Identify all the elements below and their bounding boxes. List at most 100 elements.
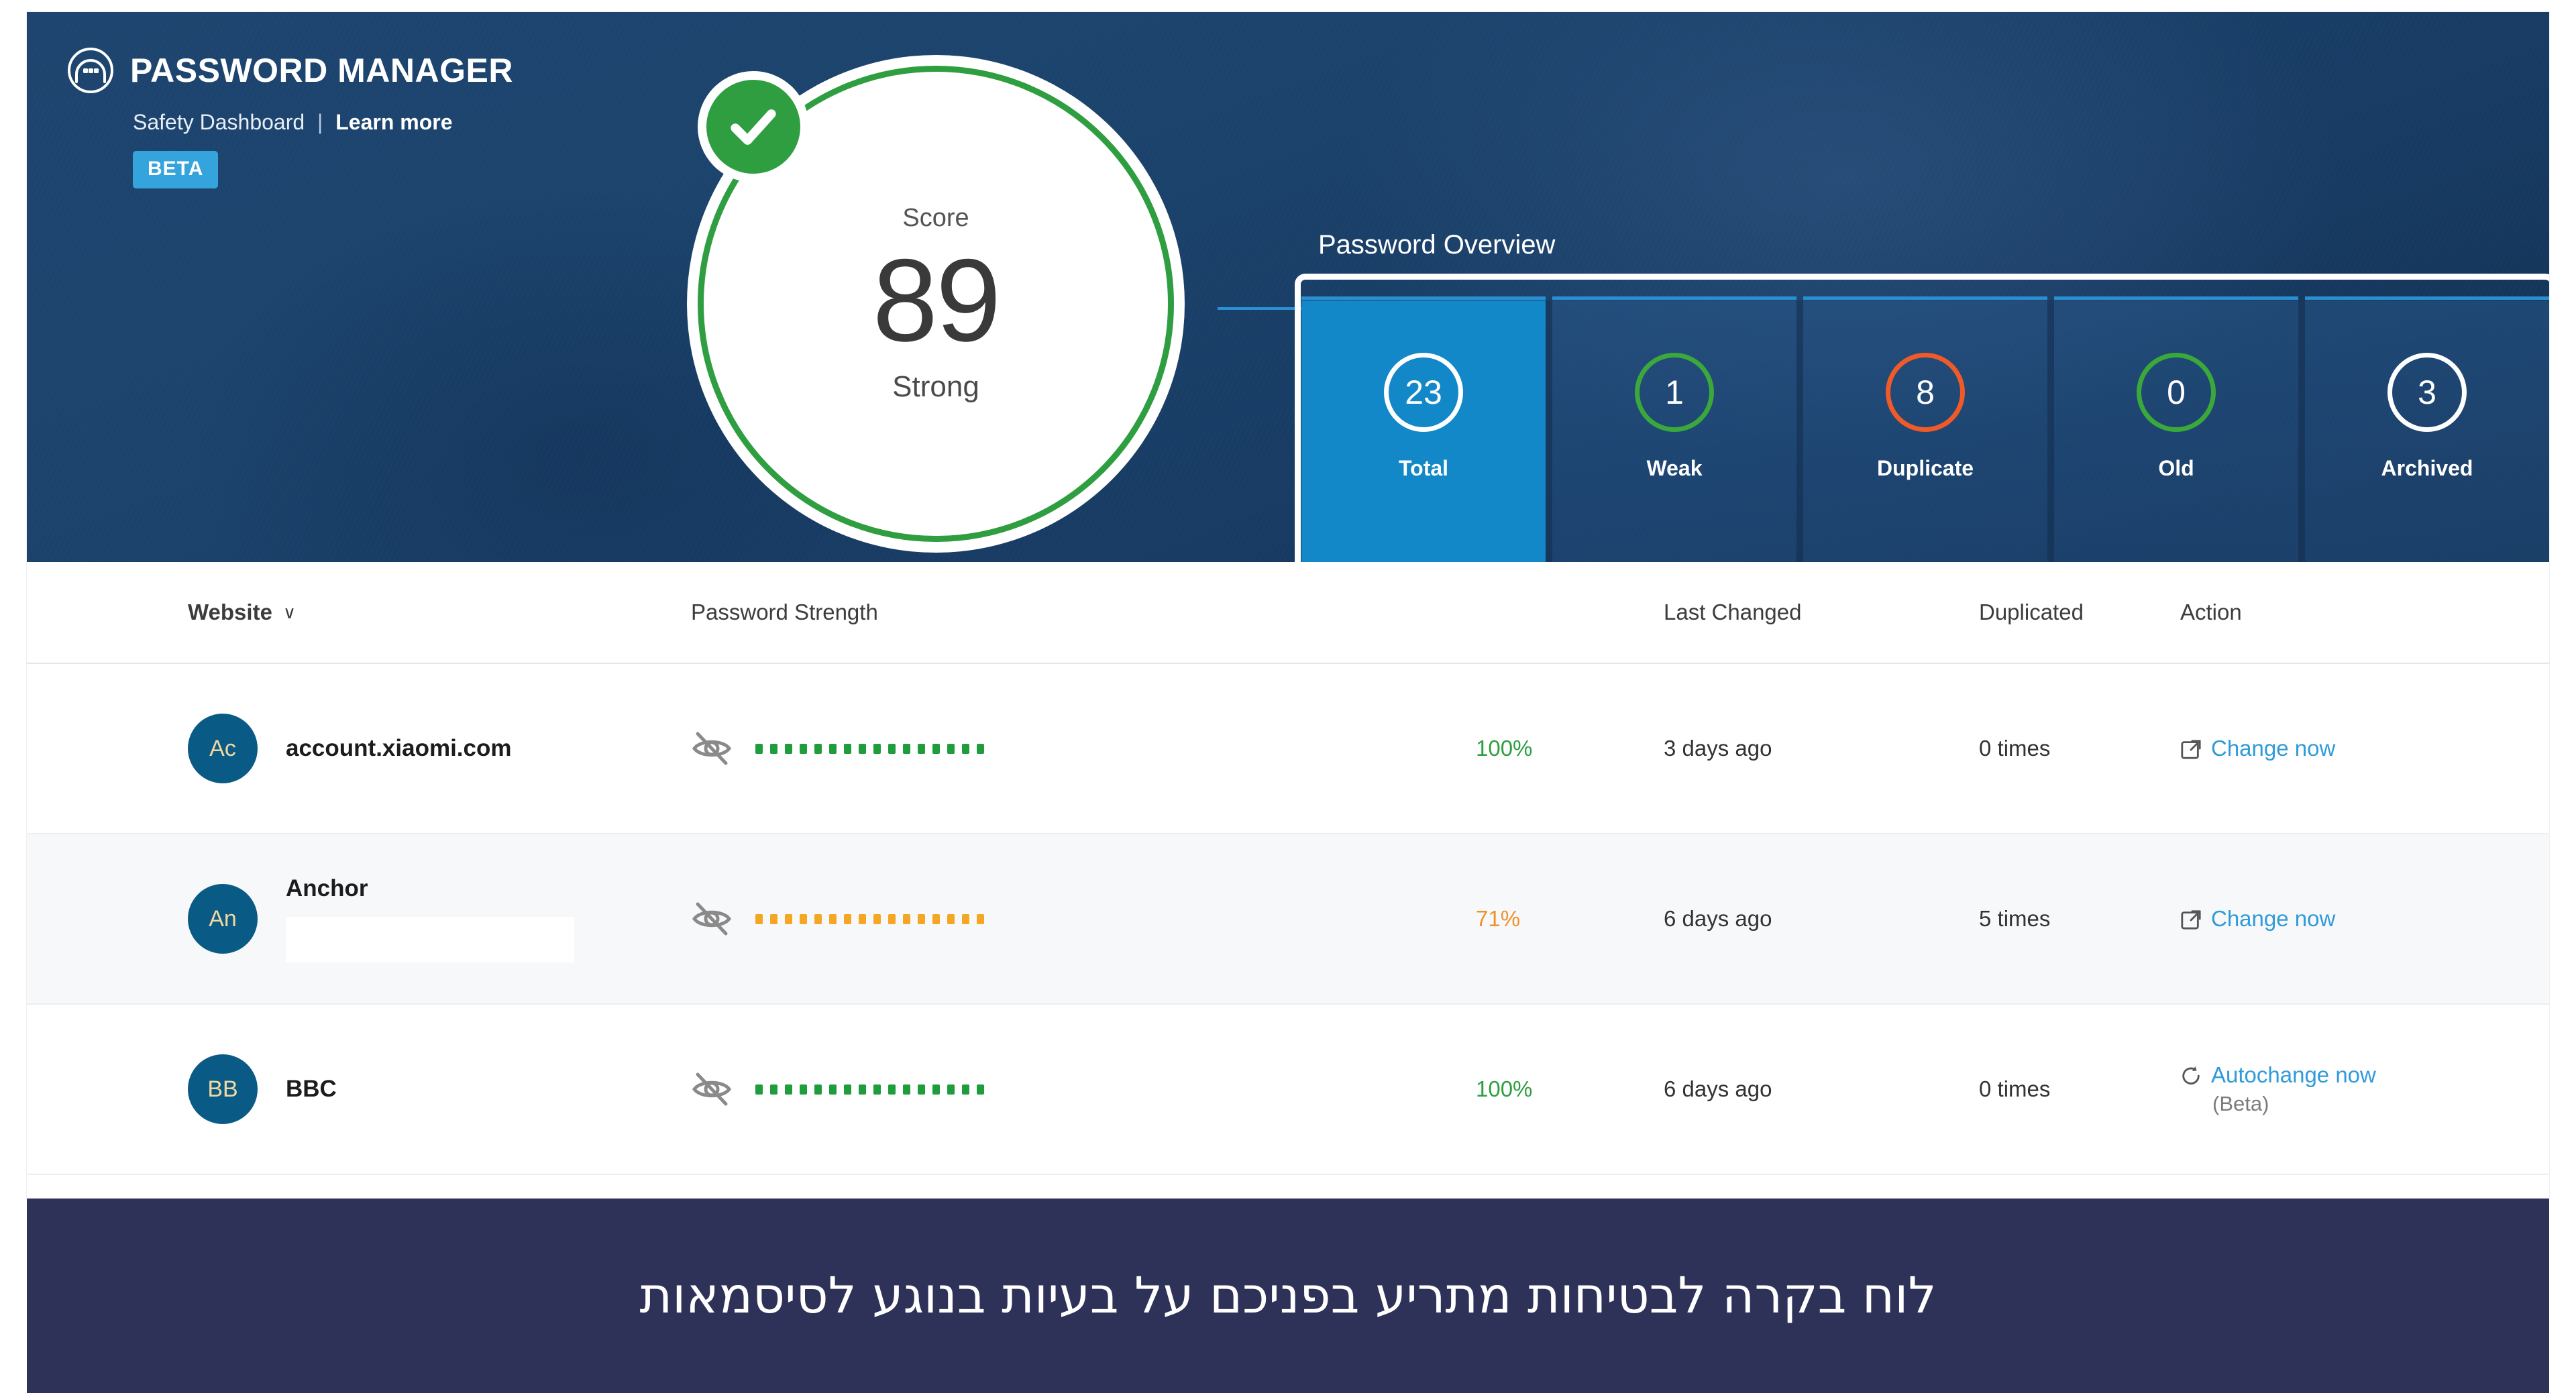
table-row[interactable]: Ac account.xiaomi.com 100% 3 days ago 0 … (27, 664, 2549, 834)
stat-value: 8 (1916, 374, 1935, 411)
header-cell-action: Action (2180, 600, 2489, 625)
cell-percent: 100% (1476, 736, 1664, 761)
brand-row: PASSWORD MANAGER (66, 46, 737, 95)
cell-duplicated: 0 times (1979, 736, 2180, 761)
stat-label: Archived (2381, 456, 2473, 480)
sort-website-button[interactable]: Website ∨ (188, 600, 296, 625)
cell-website: Ac account.xiaomi.com (188, 714, 691, 783)
table-header-row: Website ∨ Password Strength Last Changed… (27, 562, 2549, 664)
stat-value: 3 (2418, 374, 2436, 411)
card-topline (1552, 296, 1796, 300)
password-mask-dots (755, 913, 984, 924)
avatar: An (188, 884, 258, 954)
refresh-icon (2180, 1062, 2202, 1086)
card-topline (2305, 296, 2549, 300)
subtitle-separator: | (317, 110, 323, 134)
external-link-icon (2180, 736, 2202, 760)
cell-percent: 71% (1476, 906, 1664, 932)
header-strength-label: Password Strength (691, 600, 878, 624)
password-manager-logo-icon (66, 46, 115, 95)
password-mask-dots (755, 1084, 984, 1095)
caption-bar: לוח בקרה לבטיחות מתריע בפניכם על בעיות ב… (27, 1199, 2549, 1393)
cell-strength (691, 728, 1476, 769)
avatar: BB (188, 1054, 258, 1124)
brand-subtitle: Safety Dashboard | Learn more (133, 110, 737, 135)
cell-website: BB BBC (188, 1054, 691, 1124)
checkmark-icon (698, 71, 809, 182)
duplicated-value: 5 times (1979, 906, 2051, 931)
action-label: Change now (2211, 906, 2336, 931)
dashboard-header: PASSWORD MANAGER Safety Dashboard | Lear… (27, 12, 2549, 562)
beta-badge: BETA (133, 151, 219, 188)
action-label: Change now (2211, 736, 2336, 761)
table-row[interactable]: BB BBC 100% 6 days ago 0 times Autochang… (27, 1005, 2549, 1175)
password-overview-title: Password Overview (1318, 230, 1556, 260)
stat-label: Duplicate (1876, 456, 1974, 480)
cell-last-changed: 6 days ago (1664, 906, 1979, 932)
passwords-table: Website ∨ Password Strength Last Changed… (27, 562, 2549, 1199)
action-sublabel: (Beta) (2212, 1092, 2269, 1115)
duplicated-value: 0 times (1979, 1076, 2051, 1101)
safety-dashboard-label: Safety Dashboard (133, 110, 305, 134)
stat-card-total[interactable]: 23 Total (1301, 296, 1546, 562)
score-state: Strong (892, 370, 979, 403)
stat-card-old[interactable]: 0 Old (2047, 296, 2298, 562)
header-cell-last-changed: Last Changed (1664, 600, 1979, 625)
stat-card-archived[interactable]: 3 Archived (2298, 296, 2549, 562)
table-row[interactable]: An Anchor 71% 6 days ago 5 times Change … (27, 834, 2549, 1005)
header-cell-duplicated: Duplicated (1979, 600, 2180, 625)
stat-ring: 8 (1886, 353, 1965, 432)
stat-card-weak[interactable]: 1 Weak (1546, 296, 1796, 562)
eye-off-icon[interactable] (691, 728, 733, 769)
strength-percent: 100% (1476, 1076, 1533, 1101)
header-action-label: Action (2180, 600, 2242, 624)
autochange-action: Autochange now (Beta) (2180, 1062, 2489, 1116)
stat-label: Old (2158, 456, 2194, 480)
redaction-box (286, 917, 574, 962)
site-block: account.xiaomi.com (286, 735, 511, 762)
caption-text: לוח בקרה לבטיחות מתריע בפניכם על בעיות ב… (639, 1267, 1937, 1325)
last-changed-value: 3 days ago (1664, 736, 1772, 761)
card-topline (2054, 296, 2298, 300)
site-name: Anchor (286, 875, 368, 901)
site-block: Anchor (286, 875, 574, 962)
eye-off-icon[interactable] (691, 1068, 733, 1110)
password-mask-dots (755, 743, 984, 754)
header-cell-strength: Password Strength (691, 600, 1476, 625)
autochange-now-link[interactable]: Autochange now (2180, 1062, 2489, 1088)
header-duplicated-label: Duplicated (1979, 600, 2084, 624)
header-cell-website[interactable]: Website ∨ (188, 600, 691, 625)
stat-label: Total (1398, 456, 1449, 480)
strength-percent: 71% (1476, 906, 1521, 931)
cell-percent: 100% (1476, 1076, 1664, 1102)
stat-value: 1 (1665, 374, 1684, 411)
cell-action: Change now (2180, 736, 2489, 761)
cell-action: Change now (2180, 906, 2489, 932)
cell-action: Autochange now (Beta) (2180, 1062, 2489, 1116)
cell-strength (691, 898, 1476, 940)
site-name: account.xiaomi.com (286, 735, 512, 761)
password-overview-cards: 23 Total 1 Weak 8 Duplicate 0 Old 3 Arch… (1301, 296, 2549, 562)
header-website-label: Website (188, 600, 272, 624)
eye-off-icon[interactable] (691, 898, 733, 940)
app-title: PASSWORD MANAGER (130, 52, 513, 89)
stat-label: Weak (1646, 456, 1703, 480)
change-now-link[interactable]: Change now (2180, 736, 2489, 761)
card-topline (1301, 296, 1546, 300)
cell-last-changed: 6 days ago (1664, 1076, 1979, 1102)
stat-value: 23 (1405, 374, 1442, 411)
strength-percent: 100% (1476, 736, 1533, 761)
learn-more-link[interactable]: Learn more (335, 110, 452, 134)
score-label: Score (902, 204, 969, 232)
change-now-link[interactable]: Change now (2180, 906, 2489, 932)
header-last-changed-label: Last Changed (1664, 600, 1802, 624)
stat-ring: 23 (1384, 353, 1463, 432)
avatar: Ac (188, 714, 258, 783)
action-label: Autochange now (2211, 1062, 2376, 1087)
stat-card-duplicate[interactable]: 8 Duplicate (1796, 296, 2047, 562)
cell-duplicated: 5 times (1979, 906, 2180, 932)
cell-strength (691, 1068, 1476, 1110)
stat-ring: 0 (2137, 353, 2216, 432)
external-link-icon (2180, 906, 2202, 930)
stat-ring: 1 (1635, 353, 1714, 432)
